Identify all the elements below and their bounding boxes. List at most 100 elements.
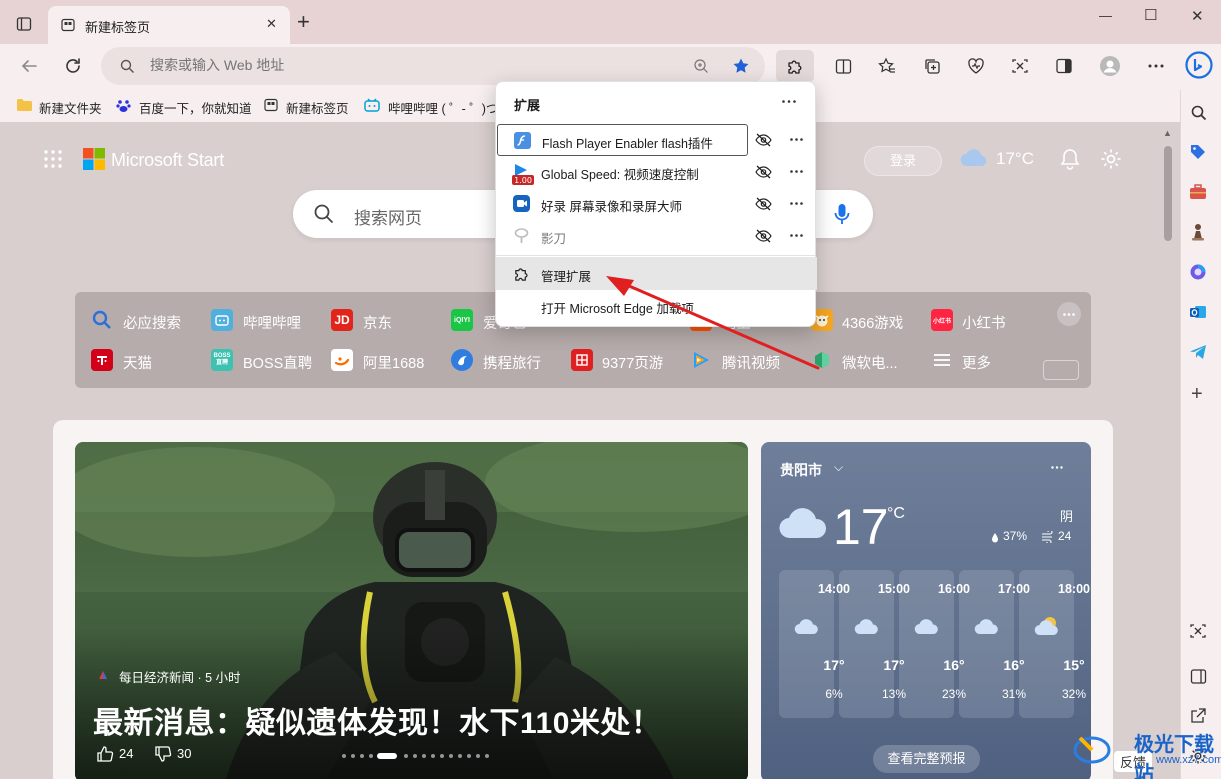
zoom-icon[interactable] xyxy=(692,57,710,75)
browser-essentials-icon[interactable] xyxy=(966,56,986,76)
quick-links-toggle[interactable] xyxy=(1043,360,1079,380)
minimize-button[interactable]: — xyxy=(1099,8,1112,23)
search-icon xyxy=(119,58,135,74)
hero-headline[interactable]: 最新消息：疑似遗体发现！水下110米处！ xyxy=(93,698,661,742)
profile-avatar-icon[interactable] xyxy=(1098,54,1122,78)
visibility-hidden-icon[interactable] xyxy=(754,164,772,180)
hourly-forecast-1400[interactable]: 14:00 17° 6% xyxy=(779,570,850,718)
quick-link-bilibili[interactable]: 哔哩哔哩 xyxy=(243,312,301,333)
page-settings-gear-icon[interactable] xyxy=(1099,147,1123,171)
quick-link-4366[interactable]: 4366游戏 xyxy=(842,312,903,333)
quick-link-jd[interactable]: 京东 xyxy=(363,312,392,333)
page-scrollbar[interactable] xyxy=(1164,146,1172,241)
sidebar-toggle-icon[interactable] xyxy=(1054,56,1074,76)
microphone-icon[interactable] xyxy=(830,202,854,226)
like-thumb-icon[interactable] xyxy=(95,744,115,764)
scroll-up-arrow-icon[interactable]: ▲ xyxy=(1163,128,1172,138)
address-input[interactable] xyxy=(150,57,650,73)
quick-link-tmall[interactable]: 天猫 xyxy=(123,352,152,373)
new-tab-button[interactable]: + xyxy=(297,9,310,35)
back-icon[interactable] xyxy=(18,55,40,77)
hourly-forecast-1700[interactable]: 17:00 16° 31% xyxy=(959,570,1030,718)
apps-launcher-icon[interactable] xyxy=(42,148,64,170)
hour-cloud-icon xyxy=(792,616,822,638)
quick-link-ms-power[interactable]: 微软电... xyxy=(842,352,898,373)
hourly-forecast-1600[interactable]: 16:00 16° 23% xyxy=(899,570,970,718)
header-temperature[interactable]: 17°C xyxy=(996,149,1034,169)
microsoft365-icon[interactable] xyxy=(1187,261,1209,283)
close-window-button[interactable]: ✕ xyxy=(1191,7,1204,25)
weather-more-icon[interactable] xyxy=(1048,462,1066,472)
microsoft-start-brand[interactable]: Microsoft Start xyxy=(111,150,224,171)
bilibili-icon xyxy=(363,97,380,113)
sidebar-add-button[interactable]: + xyxy=(1191,383,1203,406)
quick-link-ctrip[interactable]: 携程旅行 xyxy=(483,352,541,373)
carousel-dots[interactable] xyxy=(340,752,490,760)
notifications-bell-icon[interactable] xyxy=(1058,147,1082,171)
hour-time: 18:00 xyxy=(1058,582,1090,596)
recorder-icon xyxy=(513,195,530,212)
split-screen-icon[interactable] xyxy=(833,56,853,76)
item-more-icon[interactable] xyxy=(788,167,804,175)
favorites-icon[interactable] xyxy=(877,56,897,76)
shopping-tag-icon[interactable] xyxy=(1187,141,1209,163)
open-external-icon[interactable] xyxy=(1187,705,1209,727)
quick-link-bing[interactable]: 必应搜索 xyxy=(123,312,181,333)
quick-link-more[interactable]: 更多 xyxy=(962,352,991,373)
hour-cloud-icon xyxy=(852,616,882,638)
dislike-thumb-icon[interactable] xyxy=(153,744,173,764)
favorite-star-icon[interactable] xyxy=(731,56,751,76)
newtab-favicon-icon xyxy=(60,17,76,33)
item-more-icon[interactable] xyxy=(788,231,804,239)
visibility-hidden-icon[interactable] xyxy=(754,196,772,212)
city-chevron-down-icon[interactable]: ⌵ xyxy=(834,460,843,475)
games-chess-icon[interactable] xyxy=(1187,221,1209,243)
bing-search-icon xyxy=(91,309,113,331)
favorite-bilibili-link[interactable]: 哔哩哔哩 ( ゜- ゜)つ... xyxy=(388,98,509,117)
extension-item-flash[interactable]: Flash Player Enabler flash插件 xyxy=(497,124,748,156)
hourly-forecast-1500[interactable]: 15:00 17° 13% xyxy=(839,570,910,718)
tab-actions-icon[interactable] xyxy=(14,14,34,34)
sidebar-search-icon[interactable] xyxy=(1188,102,1210,124)
extension-name: 影刀 xyxy=(541,232,567,246)
quick-link-1688[interactable]: 阿里1688 xyxy=(363,352,424,373)
tab-close-button[interactable]: ✕ xyxy=(266,16,277,32)
sidebar-screenshot-icon[interactable] xyxy=(1187,620,1209,642)
watermark: 极光下载站 www.xz7.com xyxy=(1072,726,1221,779)
extensions-button[interactable] xyxy=(776,50,814,82)
favorite-newtab-link[interactable]: 新建标签页 xyxy=(286,98,349,117)
tools-briefcase-icon[interactable] xyxy=(1187,181,1209,203)
sidebar-hide-icon[interactable] xyxy=(1187,665,1209,687)
favorite-baidu-link[interactable]: 百度一下，你就知道 xyxy=(139,98,252,117)
copilot-icon[interactable] xyxy=(1184,50,1214,80)
collections-icon[interactable] xyxy=(922,56,942,76)
favorite-folder-link[interactable]: 新建文件夹 xyxy=(39,98,102,117)
outlook-icon[interactable] xyxy=(1187,301,1209,323)
item-more-icon[interactable] xyxy=(788,199,804,207)
screenshot-icon[interactable] xyxy=(1010,56,1030,76)
hour-cloud-icon xyxy=(972,616,1002,638)
visibility-hidden-icon[interactable] xyxy=(754,228,772,244)
address-bar[interactable] xyxy=(101,47,765,85)
weather-city[interactable]: 贵阳市 xyxy=(780,460,822,480)
login-button[interactable]: 登录 xyxy=(864,146,942,176)
full-forecast-button[interactable]: 查看完整预报 xyxy=(873,745,980,773)
maximize-button[interactable]: ☐ xyxy=(1144,6,1157,24)
popup-more-icon[interactable] xyxy=(780,96,798,106)
hero-source[interactable]: 每日经济新闻 · 5 小时 xyxy=(119,667,241,686)
tab-title: 新建标签页 xyxy=(85,20,151,35)
quick-links-more-icon[interactable] xyxy=(1057,302,1081,326)
tab-newtab[interactable]: 新建标签页 ✕ xyxy=(48,6,290,44)
quick-link-xiaohongshu[interactable]: 小红书 xyxy=(962,312,1006,333)
refresh-icon[interactable] xyxy=(62,55,84,77)
more-menu-icon[interactable] xyxy=(1145,56,1167,76)
visibility-hidden-icon[interactable] xyxy=(754,132,772,148)
telegram-send-icon[interactable] xyxy=(1187,341,1209,363)
item-more-icon[interactable] xyxy=(788,135,804,143)
hourly-forecast-1800[interactable]: 18:00 15° 32% xyxy=(1019,570,1090,718)
baidu-icon xyxy=(115,97,131,113)
quick-link-boss[interactable]: BOSS直聘 xyxy=(243,352,312,373)
manage-extensions-label: 管理扩展 xyxy=(541,270,592,284)
full-forecast-label: 查看完整预报 xyxy=(887,751,966,766)
folder-icon xyxy=(15,97,33,113)
